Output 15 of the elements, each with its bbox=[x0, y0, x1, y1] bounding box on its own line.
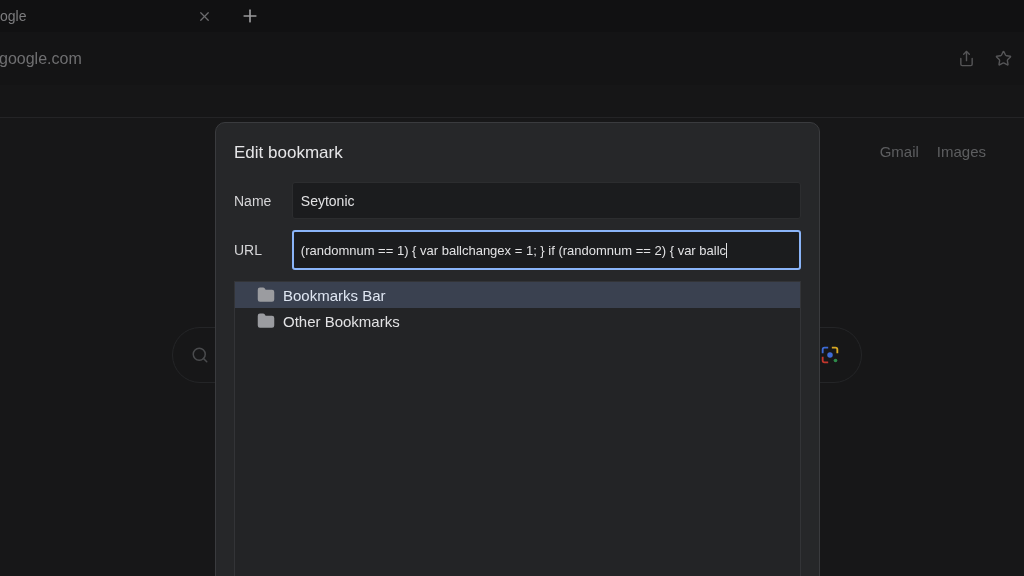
tab-title: ogle bbox=[0, 8, 27, 24]
folder-item[interactable]: Bookmarks Bar bbox=[235, 282, 800, 308]
folder-item[interactable]: Other Bookmarks bbox=[235, 308, 800, 334]
field-label: Name bbox=[234, 192, 273, 209]
folder-icon bbox=[257, 312, 275, 330]
star-icon[interactable] bbox=[995, 50, 1012, 67]
dialog-title: Edit bookmark bbox=[234, 143, 344, 163]
camera-search-icon[interactable] bbox=[819, 344, 841, 366]
address-text[interactable]: google.com bbox=[0, 49, 82, 68]
search-icon bbox=[191, 346, 209, 364]
input-field[interactable]: Seytonic bbox=[291, 182, 801, 219]
folder-icon bbox=[257, 286, 275, 304]
share-icon[interactable] bbox=[958, 50, 975, 67]
field-label: URL bbox=[234, 242, 263, 258]
input-field[interactable]: (randomnum == 1) { var ballchangex = 1; } if (randomnum == 2) { var ballc bbox=[291, 230, 801, 270]
